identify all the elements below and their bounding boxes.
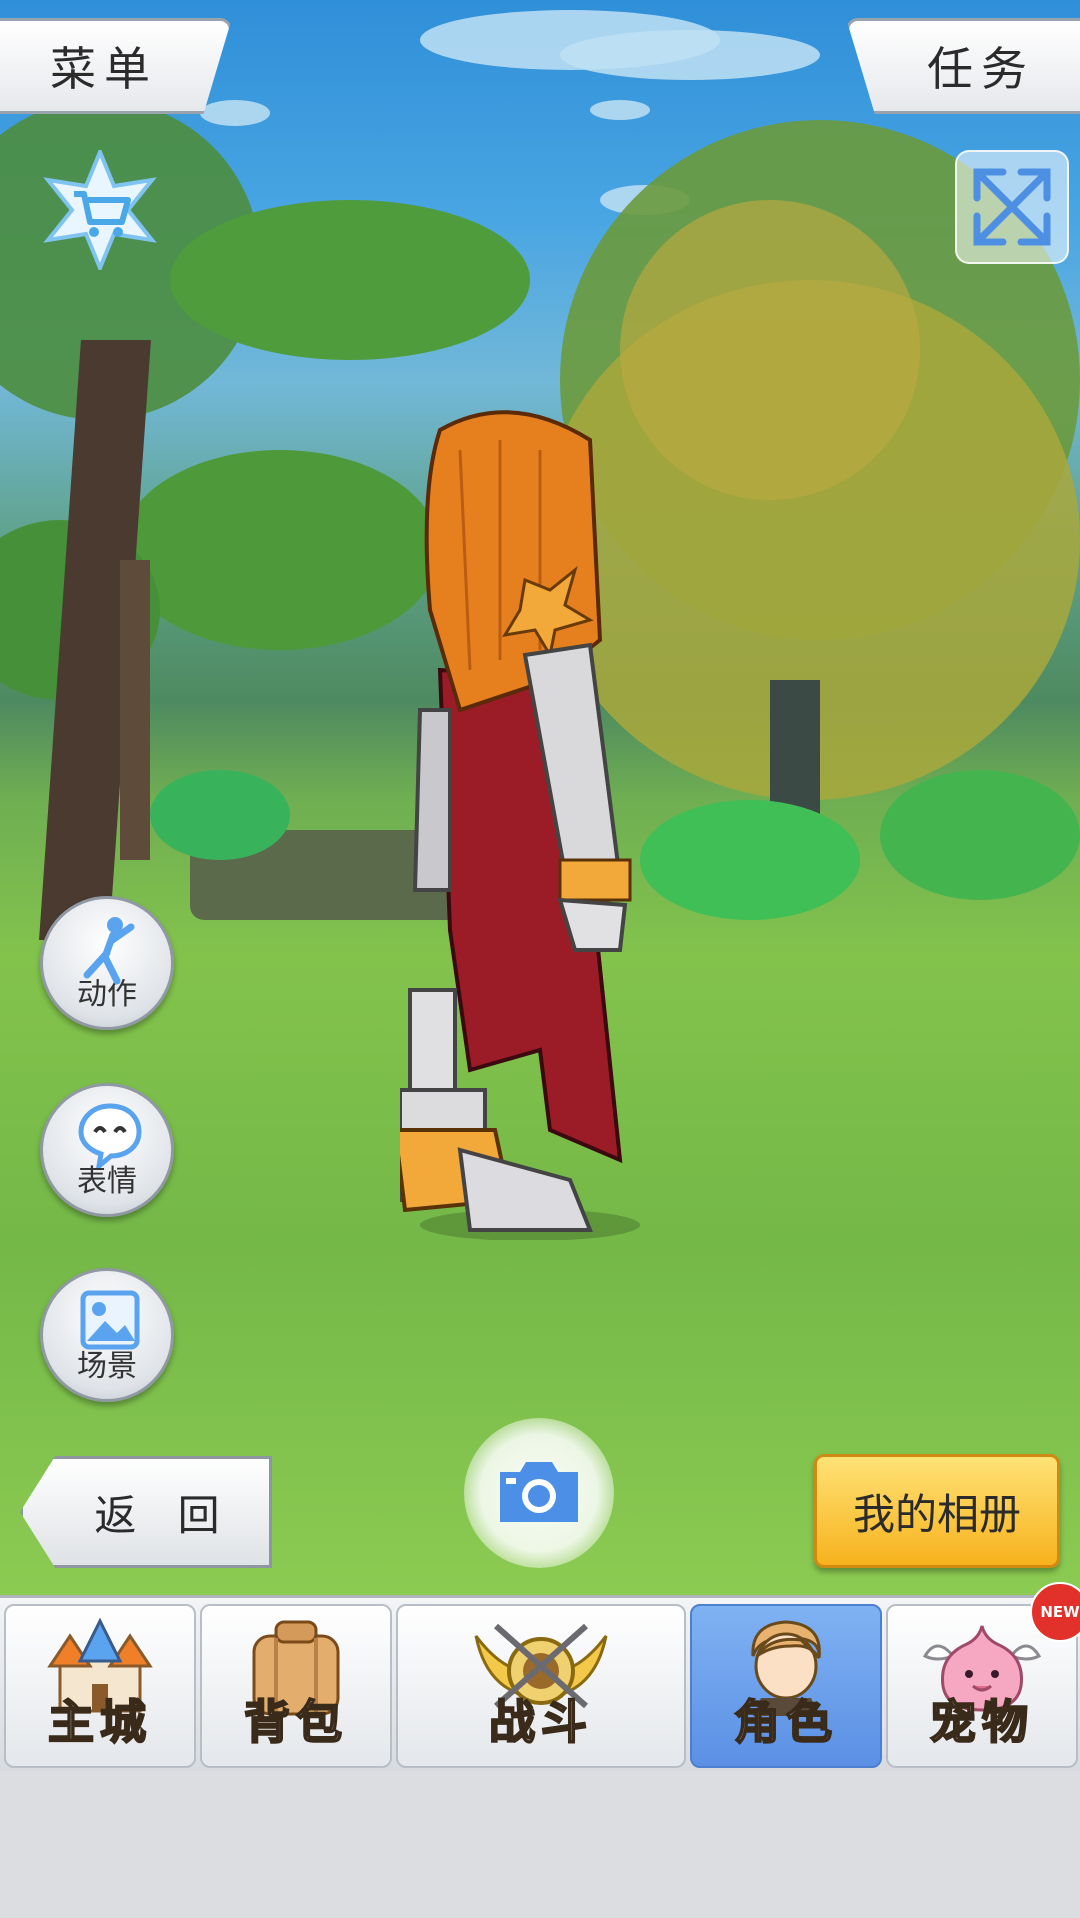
shop-star-icon[interactable] — [40, 150, 160, 270]
camera-button[interactable] — [464, 1418, 614, 1568]
emote-button[interactable]: 表情 — [40, 1083, 174, 1217]
nav-label-pet: 宠物 — [929, 1694, 1034, 1750]
task-button[interactable]: 任务 — [846, 18, 1080, 114]
scene-button[interactable]: 场景 — [40, 1268, 174, 1402]
nav-label-character: 角色 — [733, 1694, 838, 1750]
task-label: 任务 — [927, 42, 1035, 96]
footer-blank-area — [0, 1771, 1080, 1918]
nav-tab-battle[interactable]: 战斗 — [396, 1604, 686, 1768]
menu-button[interactable]: 菜单 — [0, 18, 232, 114]
nav-tab-backpack[interactable]: 背包 — [200, 1604, 392, 1768]
bottom-nav: 主城 背包 战斗 角色 宠物 — [0, 1595, 1080, 1774]
nav-label-backpack: 背包 — [243, 1694, 348, 1750]
back-button[interactable]: 返 回 — [20, 1456, 272, 1568]
nav-tab-character[interactable]: 角色 — [690, 1604, 882, 1768]
nav-tab-main-city[interactable]: 主城 — [4, 1604, 196, 1768]
camera-icon — [500, 1462, 578, 1522]
nav-label-battle: 战斗 — [488, 1694, 593, 1750]
scene-icon — [80, 1290, 140, 1350]
back-label: 返 回 — [94, 1490, 234, 1540]
player-character — [400, 410, 640, 1240]
my-album-button[interactable]: 我的相册 — [814, 1454, 1060, 1568]
fullscreen-icon — [973, 168, 1051, 246]
album-label: 我的相册 — [852, 1489, 1021, 1539]
menu-label: 菜单 — [50, 42, 158, 96]
fullscreen-button[interactable] — [955, 150, 1069, 264]
pose-button[interactable]: 动作 — [40, 896, 174, 1030]
nav-label-main-city: 主城 — [47, 1694, 152, 1750]
pose-icon — [83, 917, 135, 985]
emote-icon — [78, 1103, 142, 1168]
